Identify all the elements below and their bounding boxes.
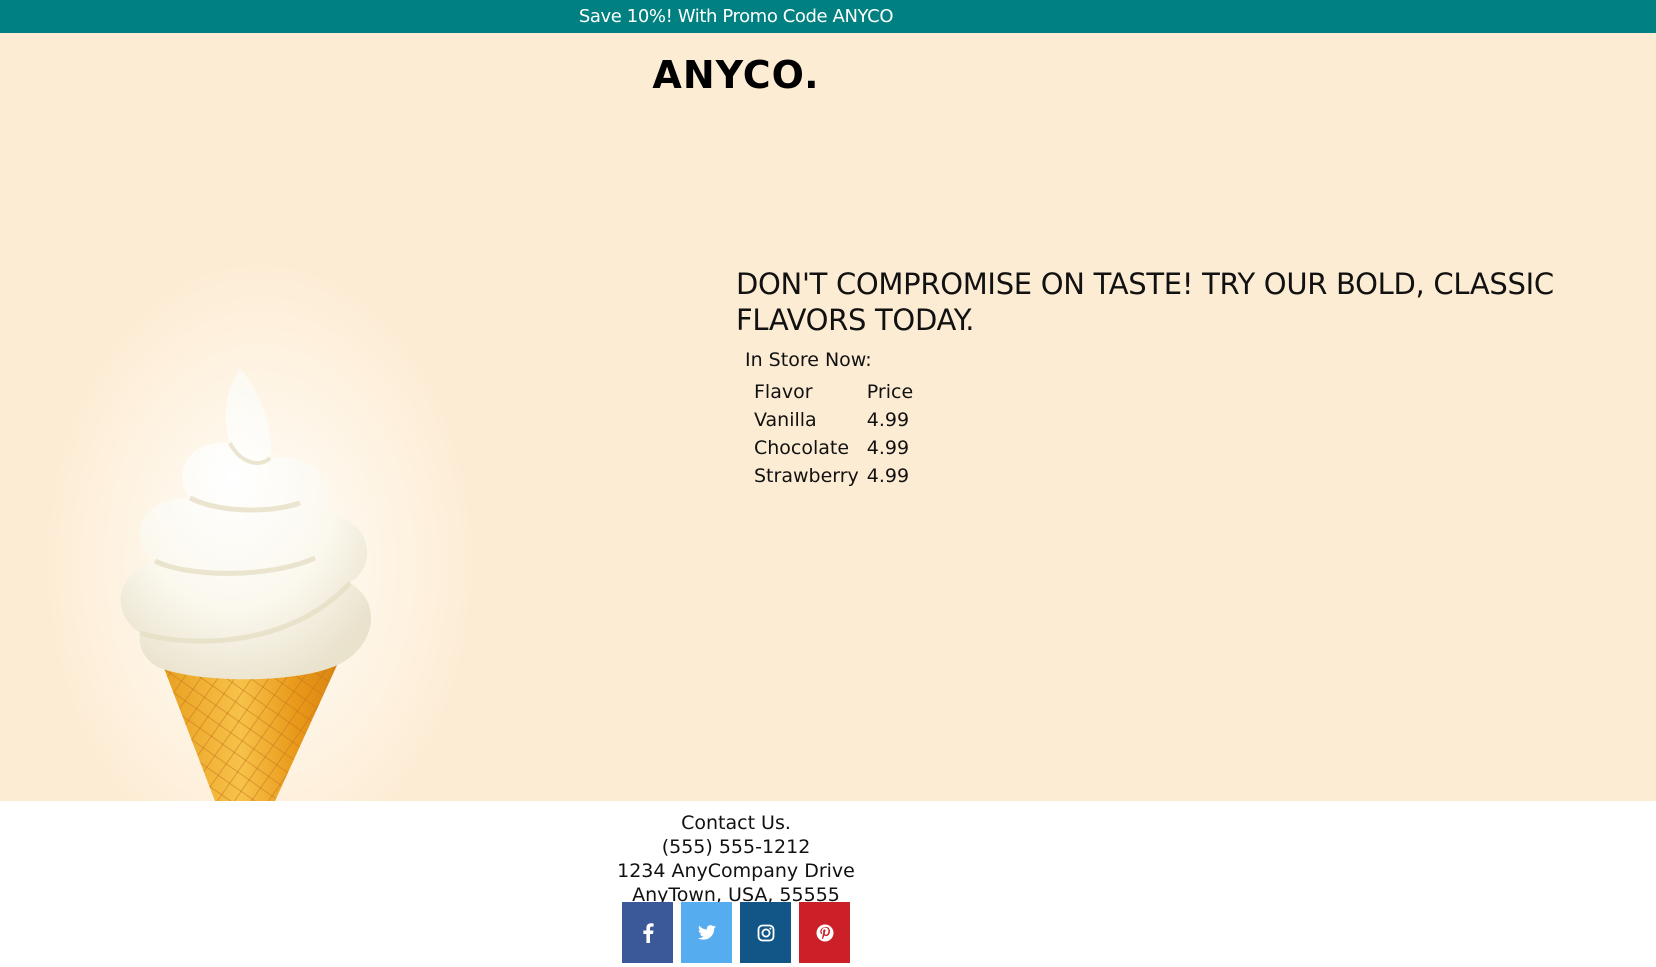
table-cell-price: 4.99: [866, 465, 910, 487]
table-header-flavor: Flavor: [754, 381, 813, 403]
instagram-icon: [757, 924, 774, 941]
site-logo[interactable]: ANYCO.: [0, 53, 1472, 97]
facebook-button[interactable]: [622, 902, 673, 963]
table-cell-flavor: Strawberry: [754, 465, 859, 487]
table-row: Vanilla 4.99: [750, 406, 917, 434]
promo-banner: Save 10%! With Promo Code ANYCO: [0, 0, 1656, 33]
promo-text: Save 10%! With Promo Code ANYCO: [578, 6, 894, 27]
footer: Contact Us. (555) 555-1212 1234 AnyCompa…: [0, 801, 1656, 967]
twitter-icon: [697, 925, 716, 940]
pinterest-icon: [816, 924, 833, 941]
table-cell-flavor: Chocolate: [754, 437, 850, 459]
contact-title: Contact Us.: [681, 812, 791, 834]
in-store-label: In Store Now:: [745, 349, 872, 371]
table-row: Chocolate 4.99: [750, 434, 917, 462]
ice-cream-cone-image: [120, 368, 372, 801]
table-row: Strawberry 4.99: [750, 462, 917, 490]
table-cell-price: 4.99: [866, 409, 910, 431]
pinterest-button[interactable]: [799, 902, 850, 963]
twitter-button[interactable]: [681, 902, 732, 963]
hero-section: ANYCO. DON'T COMPROMISE ON TASTE! TRY OU…: [0, 33, 1656, 801]
facebook-icon: [642, 922, 654, 943]
contact-address-line1: 1234 AnyCompany Drive: [617, 860, 855, 882]
table-header-price: Price: [866, 381, 914, 403]
hero-headline: DON'T COMPROMISE ON TASTE! TRY OUR BOLD,…: [736, 267, 1554, 337]
table-cell-flavor: Vanilla: [754, 409, 817, 431]
table-header-row: Flavor Price: [750, 378, 917, 406]
instagram-button[interactable]: [740, 902, 791, 963]
flavor-price-table: Flavor Price Vanilla 4.99 Chocolate 4.99…: [750, 378, 917, 490]
social-links: [622, 902, 852, 964]
contact-phone[interactable]: (555) 555-1212: [0, 835, 1472, 859]
table-cell-price: 4.99: [866, 437, 910, 459]
